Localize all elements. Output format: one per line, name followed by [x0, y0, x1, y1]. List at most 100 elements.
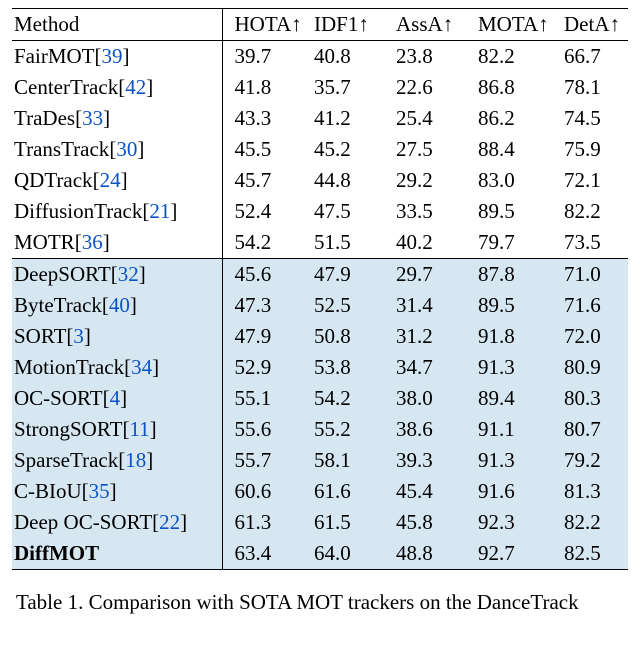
- metric-cell: 45.8: [390, 507, 472, 538]
- metric-cell: 52.9: [222, 352, 308, 383]
- metric-cell: 89.5: [472, 196, 558, 227]
- metric-cell: 82.2: [558, 507, 628, 538]
- method-name: DeepSORT: [14, 262, 111, 286]
- metric-cell: 31.2: [390, 321, 472, 352]
- method-name: TraDes: [14, 106, 75, 130]
- metric-cell: 66.7: [558, 41, 628, 73]
- citation-link[interactable]: 4: [110, 386, 121, 410]
- metric-cell: 91.8: [472, 321, 558, 352]
- metric-cell: 35.7: [308, 72, 390, 103]
- citation-link[interactable]: 42: [125, 75, 146, 99]
- metric-cell: 55.7: [222, 445, 308, 476]
- col-assa: AssA↑: [390, 9, 472, 41]
- citation-link[interactable]: 32: [118, 262, 139, 286]
- metric-cell: 82.2: [472, 41, 558, 73]
- metric-cell: 38.6: [390, 414, 472, 445]
- citation-link[interactable]: 39: [102, 44, 123, 68]
- citation-link[interactable]: 11: [129, 417, 149, 441]
- method-cell: ByteTrack[40]: [12, 290, 222, 321]
- method-name: StrongSORT: [14, 417, 122, 441]
- method-name: QDTrack: [14, 168, 93, 192]
- table-row: SparseTrack[18]55.758.139.391.379.2: [12, 445, 628, 476]
- metric-cell: 54.2: [308, 383, 390, 414]
- metric-cell: 89.5: [472, 290, 558, 321]
- table-row: TraDes[33]43.341.225.486.274.5: [12, 103, 628, 134]
- method-cell: QDTrack[24]: [12, 165, 222, 196]
- citation-link[interactable]: 36: [82, 230, 103, 254]
- metric-cell: 34.7: [390, 352, 472, 383]
- table-row: DiffMOT63.464.048.892.782.5: [12, 538, 628, 570]
- metric-cell: 40.8: [308, 41, 390, 73]
- citation-link[interactable]: 33: [82, 106, 103, 130]
- metric-cell: 47.9: [222, 321, 308, 352]
- citation-link[interactable]: 34: [131, 355, 152, 379]
- metric-cell: 29.2: [390, 165, 472, 196]
- citation-link[interactable]: 21: [149, 199, 170, 223]
- citation-link[interactable]: 40: [109, 293, 130, 317]
- metric-cell: 47.3: [222, 290, 308, 321]
- metric-cell: 61.3: [222, 507, 308, 538]
- method-cell: SORT[3]: [12, 321, 222, 352]
- method-cell: DeepSORT[32]: [12, 259, 222, 291]
- citation-link[interactable]: 24: [100, 168, 121, 192]
- metric-cell: 58.1: [308, 445, 390, 476]
- citation-link[interactable]: 30: [116, 137, 137, 161]
- metric-cell: 78.1: [558, 72, 628, 103]
- col-hota: HOTA↑: [222, 9, 308, 41]
- method-cell: TraDes[33]: [12, 103, 222, 134]
- method-name: DiffusionTrack: [14, 199, 142, 223]
- method-name: FairMOT: [14, 44, 95, 68]
- method-name: MotionTrack: [14, 355, 124, 379]
- col-deta: DetA↑: [558, 9, 628, 41]
- table-row: OC-SORT[4]55.154.238.089.480.3: [12, 383, 628, 414]
- metric-cell: 82.5: [558, 538, 628, 570]
- table-row: C-BIoU[35]60.661.645.491.681.3: [12, 476, 628, 507]
- metric-cell: 79.2: [558, 445, 628, 476]
- metric-cell: 27.5: [390, 134, 472, 165]
- table-row: CenterTrack[42]41.835.722.686.878.1: [12, 72, 628, 103]
- metric-cell: 43.3: [222, 103, 308, 134]
- metric-cell: 39.3: [390, 445, 472, 476]
- citation-link[interactable]: 18: [125, 448, 146, 472]
- col-method: Method: [12, 9, 222, 41]
- metric-cell: 39.7: [222, 41, 308, 73]
- method-name: ByteTrack: [14, 293, 102, 317]
- metric-cell: 91.1: [472, 414, 558, 445]
- metric-cell: 64.0: [308, 538, 390, 570]
- method-cell: C-BIoU[35]: [12, 476, 222, 507]
- citation-link[interactable]: 22: [159, 510, 180, 534]
- metric-cell: 80.9: [558, 352, 628, 383]
- metric-cell: 86.8: [472, 72, 558, 103]
- metric-cell: 55.6: [222, 414, 308, 445]
- metric-cell: 50.8: [308, 321, 390, 352]
- results-table: Method HOTA↑ IDF1↑ AssA↑ MOTA↑ DetA↑ Fai…: [12, 8, 628, 570]
- metric-cell: 45.2: [308, 134, 390, 165]
- table-row: TransTrack[30]45.545.227.588.475.9: [12, 134, 628, 165]
- method-name: MOTR: [14, 230, 75, 254]
- metric-cell: 82.2: [558, 196, 628, 227]
- metric-cell: 33.5: [390, 196, 472, 227]
- metric-cell: 80.3: [558, 383, 628, 414]
- method-cell: OC-SORT[4]: [12, 383, 222, 414]
- method-cell: DiffMOT: [12, 538, 222, 570]
- table-row: Deep OC-SORT[22]61.361.545.892.382.2: [12, 507, 628, 538]
- metric-cell: 55.2: [308, 414, 390, 445]
- citation-link[interactable]: 3: [73, 324, 84, 348]
- metric-cell: 45.4: [390, 476, 472, 507]
- citation-link[interactable]: 35: [89, 479, 110, 503]
- metric-cell: 91.3: [472, 352, 558, 383]
- table-head: Method HOTA↑ IDF1↑ AssA↑ MOTA↑ DetA↑: [12, 9, 628, 41]
- table-row: FairMOT[39]39.740.823.882.266.7: [12, 41, 628, 73]
- method-cell: DiffusionTrack[21]: [12, 196, 222, 227]
- metric-cell: 63.4: [222, 538, 308, 570]
- method-name: DiffMOT: [14, 541, 99, 565]
- metric-cell: 54.2: [222, 227, 308, 259]
- metric-cell: 61.6: [308, 476, 390, 507]
- metric-cell: 44.8: [308, 165, 390, 196]
- metric-cell: 41.2: [308, 103, 390, 134]
- metric-cell: 71.6: [558, 290, 628, 321]
- method-name: TransTrack: [14, 137, 109, 161]
- method-cell: FairMOT[39]: [12, 41, 222, 73]
- table-row: StrongSORT[11]55.655.238.691.180.7: [12, 414, 628, 445]
- table-row: MotionTrack[34]52.953.834.791.380.9: [12, 352, 628, 383]
